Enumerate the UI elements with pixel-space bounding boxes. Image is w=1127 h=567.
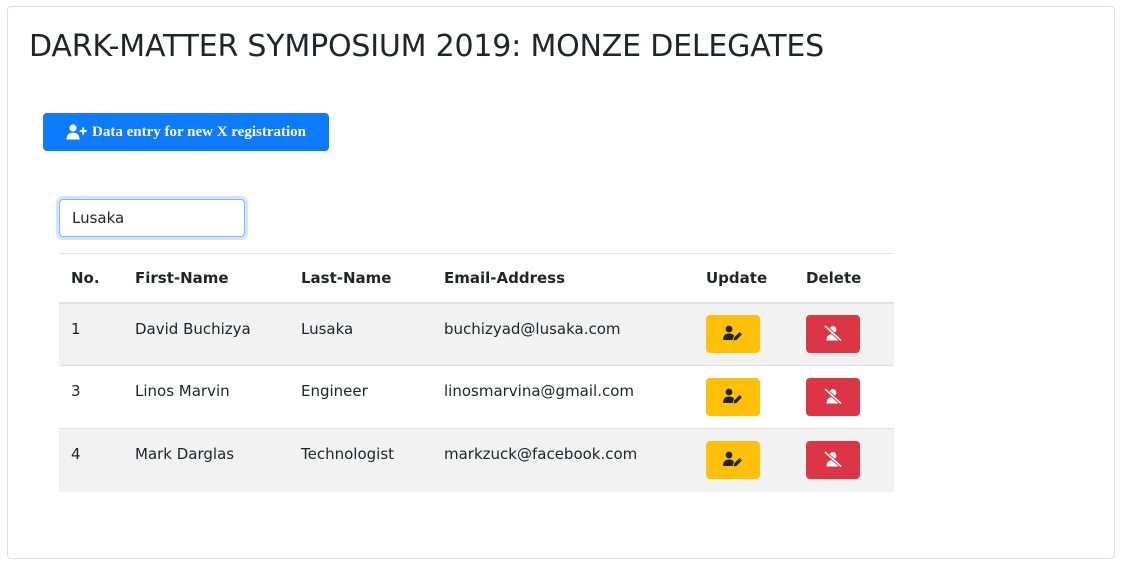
cell-first-name: David Buchizya [135,319,251,338]
cell-delete [794,303,894,366]
delete-button[interactable] [806,378,860,416]
table-row: 4 Mark Darglas Technologist markzuck@fac… [59,428,894,492]
user-edit-icon [723,388,743,407]
cell-update [694,366,794,429]
cell-last-name: Lusaka [301,319,354,338]
cell-last-name: Engineer [301,382,368,400]
cell-no: 3 [71,382,81,400]
update-button[interactable] [706,378,760,416]
header-no: No. [71,268,100,287]
update-button[interactable] [706,441,760,480]
search-input[interactable] [59,199,245,237]
cell-no: 4 [71,445,81,463]
user-edit-icon [723,325,743,344]
cell-update [694,429,794,492]
cell-email: buchizyad@lusaka.com [444,319,621,338]
table-row: 1 David Buchizya Lusaka buchizyad@lusaka… [59,302,894,366]
update-button[interactable] [706,315,760,354]
user-plus-icon [66,124,88,140]
delete-button[interactable] [806,315,860,354]
cell-delete [794,429,894,492]
cell-email: markzuck@facebook.com [444,445,638,463]
cell-first-name: Linos Marvin [135,382,230,400]
add-registration-button[interactable]: Data entry for new X registration [43,113,329,151]
cell-last-name: Technologist [301,445,395,463]
cell-email: linosmarvina@gmail.com [444,382,635,400]
header-last-name: Last-Name [301,268,392,287]
delete-button[interactable] [806,441,860,480]
delegates-table-wrap: No. First-Name Last-Name Email-Address U… [59,253,894,492]
add-registration-label: Data entry for new X registration [92,123,306,140]
table-row: 3 Linos Marvin Engineer linosmarvina@gma… [59,366,894,429]
page-title: DARK-MATTER SYMPOSIUM 2019: MONZE DELEGA… [29,29,824,64]
table-header-row: No. First-Name Last-Name Email-Address U… [59,253,894,303]
header-delete: Delete [806,268,862,287]
user-edit-icon [723,451,743,470]
cell-update [694,303,794,366]
header-update: Update [706,268,768,287]
user-slash-icon [823,387,843,407]
header-email: Email-Address [444,268,566,287]
cell-delete [794,366,894,429]
user-slash-icon [823,450,843,470]
cell-first-name: Mark Darglas [135,445,235,463]
main-card: DARK-MATTER SYMPOSIUM 2019: MONZE DELEGA… [7,6,1115,559]
delegates-table: No. First-Name Last-Name Email-Address U… [59,253,894,492]
header-first-name: First-Name [135,268,229,287]
cell-no: 1 [71,319,81,338]
user-slash-icon [823,324,843,344]
